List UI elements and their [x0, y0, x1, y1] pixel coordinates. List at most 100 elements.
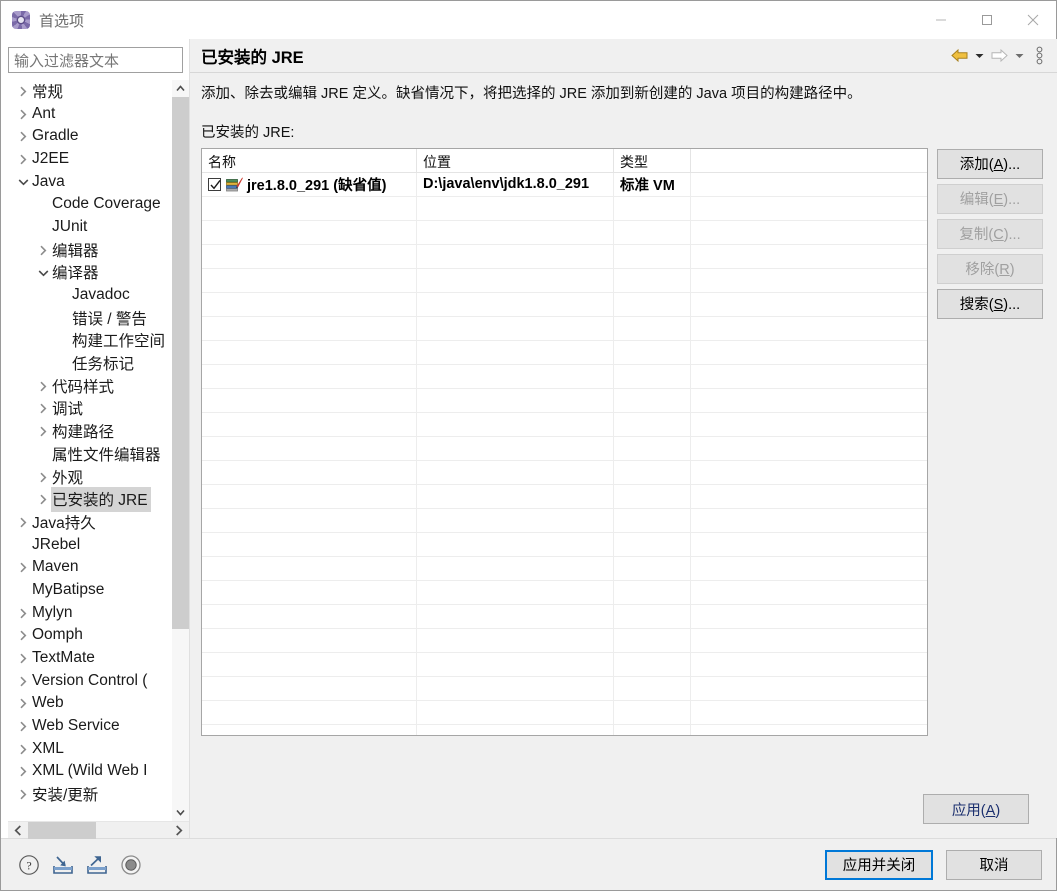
back-arrow-icon[interactable] — [948, 44, 970, 68]
tree-item-5[interactable]: Code Coverage — [8, 193, 172, 216]
chevron-right-icon[interactable] — [15, 744, 31, 755]
tree-horizontal-scrollbar[interactable] — [8, 821, 189, 839]
row-checkbox[interactable] — [208, 177, 221, 191]
tree-item-8[interactable]: 编译器 — [8, 262, 172, 285]
tree-item-14[interactable]: 调试 — [8, 398, 172, 421]
tree-item-26[interactable]: Version Control ( — [8, 670, 172, 693]
table-row[interactable]: jre1.8.0_291 (缺省值) D:\java\env\jdk1.8.0_2… — [202, 172, 927, 197]
chevron-right-icon[interactable] — [15, 676, 31, 687]
tree-item-1[interactable]: Ant — [8, 103, 172, 126]
chevron-right-icon[interactable] — [15, 109, 31, 120]
cell-location[interactable]: D:\java\env\jdk1.8.0_291 — [417, 172, 614, 196]
tree-item-7[interactable]: 编辑器 — [8, 239, 172, 262]
tree-hscroll-thumb[interactable] — [28, 821, 96, 839]
tree-item-15[interactable]: 构建路径 — [8, 420, 172, 443]
column-header-0[interactable]: 名称 — [202, 148, 417, 172]
tree-item-10[interactable]: 错误 / 警告 — [8, 307, 172, 330]
scroll-left-icon[interactable] — [8, 822, 28, 839]
chevron-right-icon[interactable] — [15, 608, 31, 619]
export-icon[interactable] — [86, 854, 108, 876]
chevron-right-icon[interactable] — [15, 789, 31, 800]
chevron-right-icon[interactable] — [15, 766, 31, 777]
cell-type[interactable]: 标准 VM — [614, 172, 691, 196]
column-header-2[interactable]: 类型 — [614, 148, 691, 172]
maximize-icon[interactable] — [964, 1, 1010, 39]
table-body[interactable]: jre1.8.0_291 (缺省值) D:\java\env\jdk1.8.0_2… — [202, 172, 927, 735]
tree-item-17[interactable]: 外观 — [8, 466, 172, 489]
tree-item-21[interactable]: Maven — [8, 556, 172, 579]
table-empty-cell — [417, 604, 614, 628]
chevron-down-icon[interactable] — [15, 178, 31, 186]
chevron-right-icon[interactable] — [15, 562, 31, 573]
scroll-up-icon[interactable] — [172, 80, 189, 97]
gear-icon — [12, 11, 30, 29]
tree-item-9[interactable]: Javadoc — [8, 284, 172, 307]
column-header-1[interactable]: 位置 — [417, 148, 614, 172]
tree-scroll-thumb[interactable] — [172, 97, 189, 629]
chevron-down-icon[interactable] — [35, 269, 51, 277]
tree-item-25[interactable]: TextMate — [8, 647, 172, 670]
chevron-right-icon[interactable] — [35, 403, 51, 414]
forward-arrow-icon[interactable] — [988, 44, 1010, 68]
table-empty-cell — [691, 509, 927, 532]
chevron-right-icon[interactable] — [35, 472, 51, 483]
tree-item-6[interactable]: JUnit — [8, 216, 172, 239]
tree-item-22[interactable]: MyBatipse — [8, 579, 172, 602]
tree-item-16[interactable]: 属性文件编辑器 — [8, 443, 172, 466]
chevron-right-icon[interactable] — [15, 653, 31, 664]
tree-item-12[interactable]: 任务标记 — [8, 352, 172, 375]
tree-item-31[interactable]: 安装/更新 — [8, 783, 172, 806]
apply-button[interactable]: 应用(A) — [923, 794, 1029, 824]
close-icon[interactable] — [1010, 1, 1056, 39]
chevron-right-icon[interactable] — [15, 154, 31, 165]
chevron-right-icon[interactable] — [35, 494, 51, 505]
chevron-right-icon[interactable] — [15, 86, 31, 97]
chevron-right-icon[interactable] — [35, 426, 51, 437]
tree-item-19[interactable]: Java持久 — [8, 511, 172, 534]
tree-vertical-scrollbar[interactable] — [172, 80, 189, 821]
search-button[interactable]: 搜索(S)... — [937, 288, 1043, 319]
tree-item-4[interactable]: Java — [8, 171, 172, 194]
cell-name[interactable]: jre1.8.0_291 (缺省值) — [202, 172, 417, 196]
minimize-icon[interactable] — [918, 1, 964, 39]
scroll-down-icon[interactable] — [172, 804, 189, 821]
preferences-tree[interactable]: 常规 Ant Gradle J2EE Java Code Coverage JUnit 编辑器… — [8, 80, 172, 821]
tree-item-28[interactable]: Web Service — [8, 715, 172, 738]
tree-item-3[interactable]: J2EE — [8, 148, 172, 171]
chevron-right-icon[interactable] — [15, 630, 31, 641]
back-dropdown-chevron-down-icon[interactable] — [972, 44, 986, 68]
tree-item-24[interactable]: Oomph — [8, 625, 172, 648]
add-button[interactable]: 添加(A)... — [937, 148, 1043, 179]
chevron-right-icon[interactable] — [15, 698, 31, 709]
tree-item-0[interactable]: 常规 — [8, 80, 172, 103]
table-empty-cell — [691, 221, 927, 244]
column-header-3[interactable] — [691, 149, 927, 172]
chevron-right-icon[interactable] — [35, 381, 51, 392]
vertical-dots-menu-icon[interactable] — [1028, 44, 1050, 68]
chevron-right-icon[interactable] — [15, 131, 31, 142]
tree-item-30[interactable]: XML (Wild Web I — [8, 761, 172, 784]
tree-item-29[interactable]: XML — [8, 738, 172, 761]
tree-item-20[interactable]: JRebel — [8, 534, 172, 557]
cancel-button[interactable]: 取消 — [946, 849, 1042, 880]
help-icon[interactable]: ? — [18, 854, 40, 876]
chevron-right-icon[interactable] — [35, 245, 51, 256]
tree-item-13[interactable]: 代码样式 — [8, 375, 172, 398]
apply-and-close-button[interactable]: 应用并关闭 — [825, 849, 933, 880]
chevron-right-icon[interactable] — [15, 721, 31, 732]
tree-item-18[interactable]: 已安装的 JRE — [8, 487, 172, 513]
tree-item-label: XML — [32, 739, 64, 757]
tree-item-27[interactable]: Web — [8, 693, 172, 716]
cell-extra[interactable] — [691, 173, 927, 196]
forward-dropdown-chevron-down-icon[interactable] — [1012, 44, 1026, 68]
search-input[interactable]: 输入过滤器文本 — [8, 47, 183, 73]
installed-jres-table[interactable]: 名称 位置 类型 jre1.8.0_291 (缺省值) D:\java\env\jdk… — [201, 147, 928, 736]
restore-defaults-icon[interactable] — [120, 854, 142, 876]
tree-item-label: 编辑器 — [52, 242, 99, 260]
tree-item-23[interactable]: Mylyn — [8, 602, 172, 625]
scroll-right-icon[interactable] — [169, 822, 189, 839]
tree-item-11[interactable]: 构建工作空间 — [8, 330, 172, 353]
tree-item-2[interactable]: Gradle — [8, 125, 172, 148]
chevron-right-icon[interactable] — [15, 517, 31, 528]
import-icon[interactable] — [52, 854, 74, 876]
